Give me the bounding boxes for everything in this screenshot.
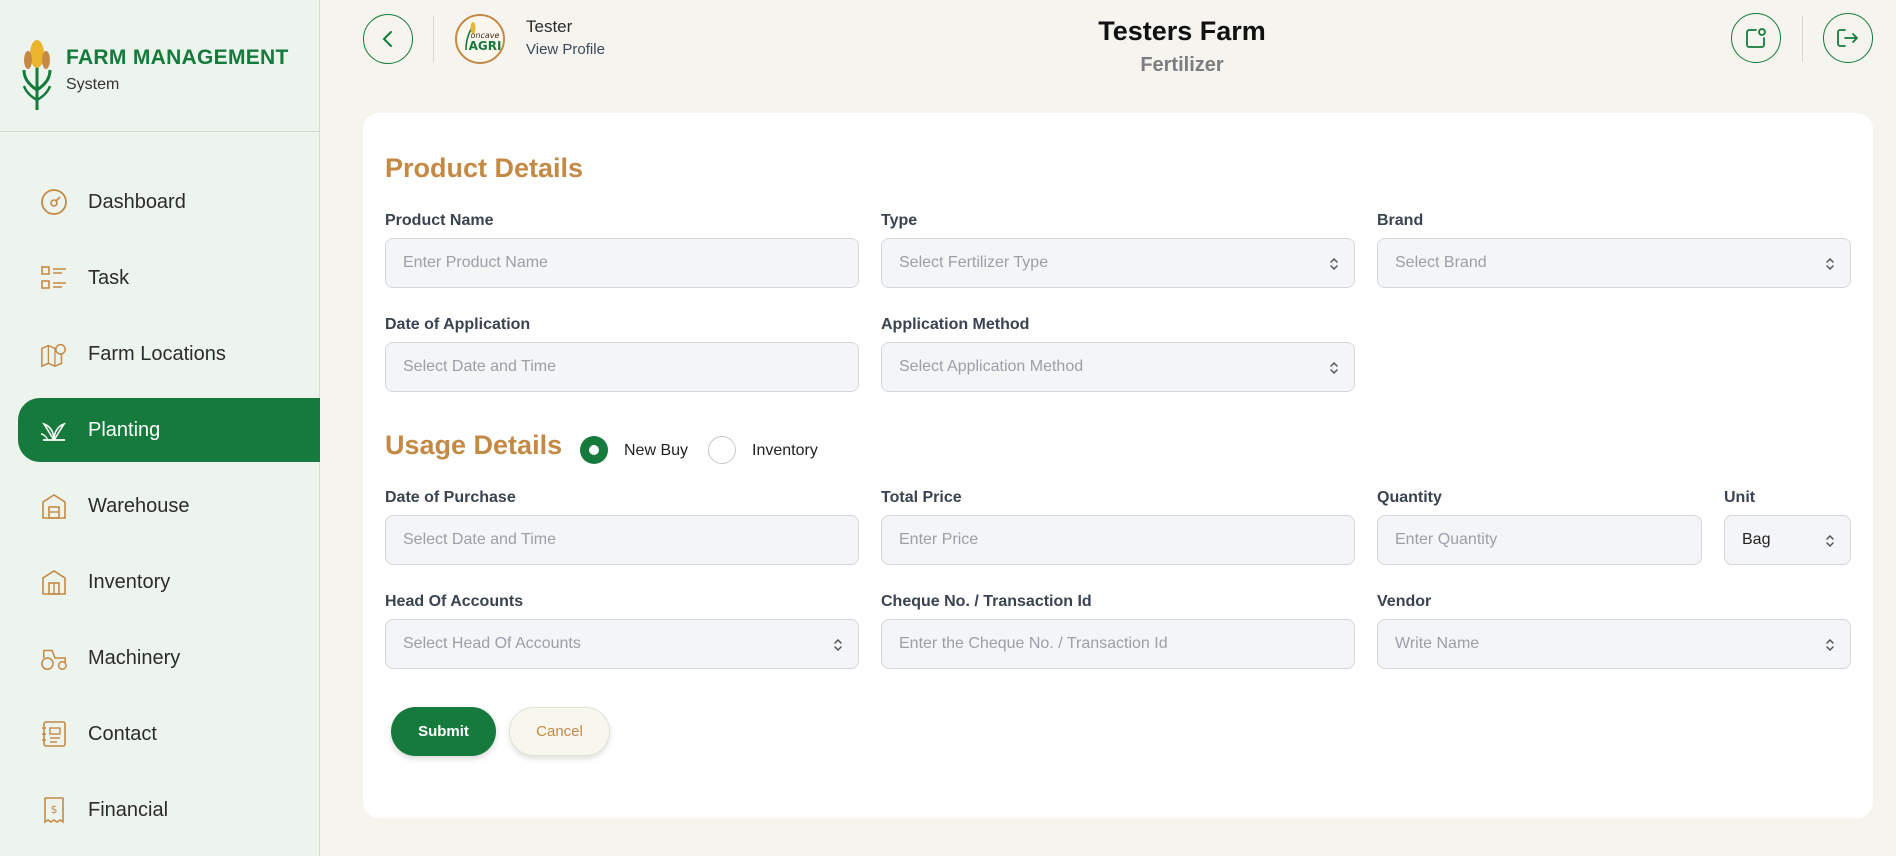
date-of-purchase-label: Date of Purchase	[385, 489, 516, 506]
inventory-radio[interactable]	[708, 436, 736, 464]
application-method-label: Application Method	[881, 316, 1030, 333]
avatar[interactable]: oncave AGRI	[455, 14, 505, 64]
select-placeholder: Select Fertilizer Type	[899, 254, 1049, 271]
inventory-icon	[40, 568, 68, 596]
type-label: Type	[881, 212, 918, 229]
sidebar-item-label: Inventory	[88, 570, 171, 593]
brand: FARM MANAGEMENT System	[0, 0, 319, 132]
sidebar-item-inventory[interactable]: Inventory	[18, 550, 320, 614]
date-of-application-label: Date of Application	[385, 316, 531, 333]
product-name-label: Product Name	[385, 212, 494, 229]
sidebar-item-warehouse[interactable]: Warehouse	[18, 474, 320, 538]
page-title: Fertilizer	[1140, 54, 1224, 76]
receipt-icon: $	[40, 796, 68, 824]
sidebar: FARM MANAGEMENT System Dashboard Task Fa…	[0, 0, 320, 856]
map-icon	[40, 340, 68, 368]
unit-select[interactable]: Bag	[1724, 515, 1851, 565]
sidebar-item-label: Dashboard	[88, 190, 186, 213]
brand-select[interactable]: Select Brand	[1377, 238, 1851, 288]
sidebar-item-label: Financial	[88, 798, 169, 821]
vendor-label: Vendor	[1377, 593, 1432, 610]
product-details-title: Product Details	[385, 153, 584, 183]
date-of-application-input[interactable]: Select Date and Time	[385, 342, 859, 392]
quantity-label: Quantity	[1377, 489, 1442, 506]
sidebar-item-label: Machinery	[88, 646, 181, 669]
task-list-icon	[40, 264, 68, 292]
chevron-left-icon	[382, 31, 392, 47]
head-of-accounts-select[interactable]: Select Head Of Accounts	[385, 619, 859, 669]
back-button[interactable]	[363, 14, 413, 64]
sidebar-item-label: Warehouse	[88, 494, 190, 517]
sidebar-item-machinery[interactable]: Machinery	[18, 626, 320, 690]
farm-title: Testers Farm	[1098, 16, 1266, 46]
user-name: Tester	[526, 17, 573, 36]
sidebar-item-farm-locations[interactable]: Farm Locations	[18, 322, 320, 386]
brand-label: Brand	[1377, 212, 1424, 229]
warehouse-icon	[40, 492, 68, 520]
product-name-input[interactable]: Enter Product Name	[385, 238, 859, 288]
notification-square-icon	[1746, 28, 1766, 48]
sidebar-item-contact[interactable]: Contact	[18, 702, 320, 766]
concave-agri-logo-icon: oncave AGRI	[465, 22, 502, 53]
select-placeholder: Write Name	[1395, 635, 1480, 652]
usage-details-title: Usage Details	[385, 430, 563, 460]
svg-text:$: $	[51, 803, 58, 816]
select-placeholder: Select Head Of Accounts	[403, 635, 581, 652]
head-of-accounts-label: Head Of Accounts	[385, 593, 524, 610]
date-of-purchase-input[interactable]: Select Date and Time	[385, 515, 859, 565]
submit-button[interactable]: Submit	[391, 707, 496, 756]
sidebar-item-label: Task	[88, 266, 130, 289]
sidebar-item-task[interactable]: Task	[18, 246, 320, 310]
sidebar-nav: Dashboard Task Farm Locations Planting W…	[18, 170, 320, 854]
chevron-up-down-icon	[1826, 638, 1834, 652]
sidebar-item-financial[interactable]: $ Financial	[18, 778, 320, 842]
logout-button[interactable]	[1823, 13, 1873, 63]
application-method-select[interactable]: Select Application Method	[881, 342, 1355, 392]
dashboard-icon	[40, 188, 68, 216]
chevron-up-down-icon	[1826, 257, 1834, 271]
chevron-up-down-icon	[1330, 257, 1338, 271]
cheque-label: Cheque No. / Transaction Id	[881, 593, 1092, 610]
total-price-input[interactable]: Enter Price	[881, 515, 1355, 565]
fertilizer-type-select[interactable]: Select Fertilizer Type	[881, 238, 1355, 288]
total-price-label: Total Price	[881, 489, 962, 506]
contact-book-icon	[40, 720, 68, 748]
view-profile-link[interactable]: View Profile	[526, 41, 605, 58]
unit-label: Unit	[1724, 489, 1756, 506]
sidebar-item-label: Contact	[88, 722, 157, 745]
select-placeholder: Select Brand	[1395, 254, 1487, 271]
cancel-button[interactable]: Cancel	[509, 707, 610, 756]
cheque-input[interactable]: Enter the Cheque No. / Transaction Id	[881, 619, 1355, 669]
sidebar-item-label: Farm Locations	[88, 342, 226, 365]
chevron-up-down-icon	[834, 638, 842, 652]
unit-value: Bag	[1742, 531, 1771, 548]
new-buy-radio-label: New Buy	[624, 442, 689, 459]
new-buy-radio[interactable]	[580, 436, 608, 464]
chevron-up-down-icon	[1330, 361, 1338, 375]
chevron-up-down-icon	[1826, 534, 1834, 548]
notification-button[interactable]	[1731, 13, 1781, 63]
brand-title: FARM MANAGEMENT	[66, 46, 289, 69]
quantity-input[interactable]: Enter Quantity	[1377, 515, 1702, 565]
select-placeholder: Select Application Method	[899, 358, 1084, 375]
inventory-radio-label: Inventory	[752, 442, 818, 459]
plant-icon	[40, 416, 68, 444]
svg-text:AGRI: AGRI	[469, 39, 502, 53]
sidebar-item-planting[interactable]: Planting	[18, 398, 320, 462]
vendor-select[interactable]: Write Name	[1377, 619, 1851, 669]
header-divider	[433, 16, 434, 62]
tractor-icon	[40, 644, 68, 672]
farm-logo-icon	[22, 40, 52, 110]
brand-subtitle: System	[66, 76, 120, 93]
header-divider	[1802, 16, 1803, 62]
sidebar-item-dashboard[interactable]: Dashboard	[18, 170, 320, 234]
sidebar-item-label: Planting	[88, 418, 161, 441]
logout-icon	[1837, 29, 1858, 47]
